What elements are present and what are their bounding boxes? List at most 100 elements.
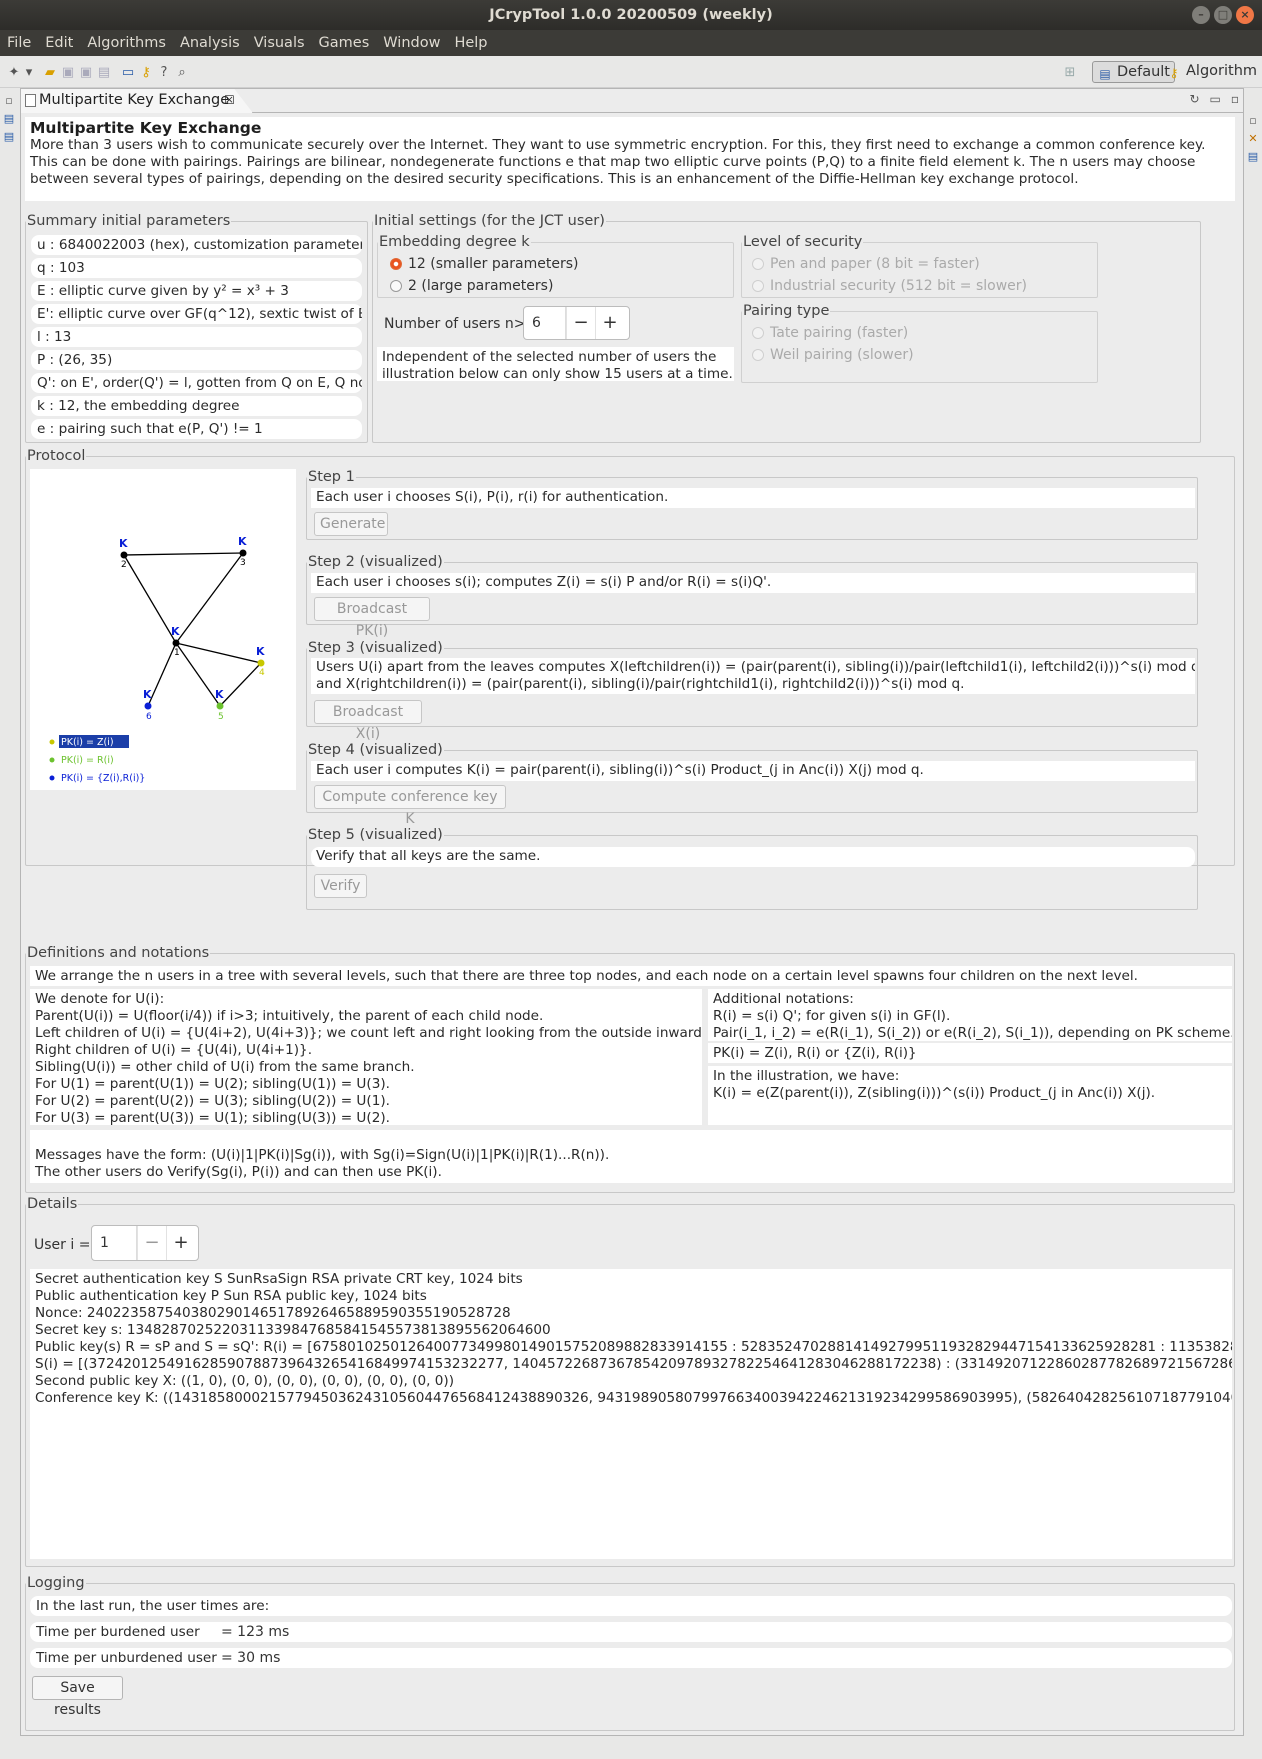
- broadcast-pk-button[interactable]: Broadcast PK(i): [314, 597, 430, 639]
- header-box: Multipartite Key Exchange More than 3 us…: [25, 117, 1235, 201]
- embedding-degree-label: Embedding degree k: [378, 233, 531, 251]
- algorithm-perspective-icon: ⚷: [1169, 66, 1179, 80]
- user-spinner[interactable]: 1 − +: [91, 1225, 199, 1261]
- definitions-messages: Messages have the form: (U(i)|1|PK(i)|Sg…: [30, 1130, 1232, 1183]
- log-unburdened-label: Time per unburdened user: [36, 1650, 217, 1666]
- radio-embedding-12[interactable]: 12 (smaller parameters): [390, 254, 579, 274]
- save-all-icon[interactable]: ▣: [78, 64, 94, 80]
- user-increment-button[interactable]: +: [166, 1226, 195, 1260]
- tree-graph: K K K K K K 2 3 1 4 5 6 PK(i) = Z(i) PK(…: [49, 535, 265, 784]
- log-row-burdened: Time per burdened user: [30, 1622, 1232, 1642]
- minimize-button[interactable]: –: [1192, 6, 1210, 24]
- legend-dot-z: [49, 739, 55, 745]
- radio-industrial[interactable]: Industrial security (512 bit = slower): [752, 276, 1027, 296]
- broadcast-x-button[interactable]: Broadcast X(i): [314, 700, 422, 742]
- new-wizard-icon[interactable]: ✦: [6, 64, 22, 80]
- users-label: Number of users n>3:: [384, 316, 540, 332]
- print-icon[interactable]: ▤: [96, 64, 112, 80]
- save-icon[interactable]: ▣: [60, 64, 76, 80]
- param-k: k : 12, the embedding degree: [31, 396, 362, 416]
- definitions-right-pk: PK(i) = Z(i), R(i) or {Z(i), R(i)}: [708, 1043, 1232, 1063]
- step-4-group: Step 4 (visualized) Each user i computes…: [306, 741, 1198, 827]
- param-e-prime: E': elliptic curve over GF(q^12), sextic…: [31, 304, 362, 324]
- key-label-5: K: [215, 688, 224, 701]
- maximize-view-icon[interactable]: ▫: [1231, 92, 1239, 106]
- right-trim-stack: ▫ ✕ ▤: [1244, 110, 1262, 170]
- tab-close-icon[interactable]: ☒: [224, 89, 235, 111]
- user-value[interactable]: 1: [92, 1226, 137, 1260]
- help-icon[interactable]: ?: [156, 64, 172, 80]
- key-label-4: K: [256, 645, 265, 658]
- tree-illustration: K K K K K K 2 3 1 4 5 6 PK(i) = Z(i) PK(…: [30, 469, 296, 790]
- page-description: More than 3 users wish to communicate se…: [30, 137, 1206, 187]
- step-2-label: Step 2 (visualized): [307, 553, 444, 571]
- radio-embedding-2[interactable]: 2 (large parameters): [390, 276, 553, 296]
- menu-analysis[interactable]: Analysis: [173, 30, 247, 56]
- radio-weil-pairing[interactable]: Weil pairing (slower): [752, 345, 914, 365]
- menu-bar: File Edit Algorithms Analysis Visuals Ga…: [0, 30, 1262, 56]
- view-icon-2[interactable]: ▤: [2, 130, 16, 144]
- key-icon[interactable]: ⚷: [138, 64, 154, 80]
- security-level-group: Level of security Pen and paper (8 bit =…: [741, 233, 1098, 298]
- restore-icon[interactable]: ▫: [2, 94, 16, 108]
- users-increment-button[interactable]: +: [595, 307, 624, 339]
- monitor-icon[interactable]: ▭: [120, 64, 136, 80]
- edge-3-1: [175, 552, 244, 644]
- summary-group: Summary initial parameters u : 684002200…: [25, 212, 368, 443]
- tools-icon[interactable]: ✕: [1246, 132, 1260, 146]
- node-6: [144, 702, 152, 710]
- tab-multipartite-key-exchange[interactable]: Multipartite Key Exchange ☒: [21, 89, 253, 113]
- close-window-button[interactable]: ×: [1236, 6, 1254, 24]
- perspective-algorithm[interactable]: ⚷ Algorithm: [1162, 61, 1261, 83]
- radio-tate-pairing[interactable]: Tate pairing (faster): [752, 323, 908, 343]
- pairing-type-group: Pairing type Tate pairing (faster) Weil …: [741, 302, 1098, 383]
- user-decrement-button[interactable]: −: [137, 1226, 166, 1260]
- restore-icon-right[interactable]: ▫: [1246, 114, 1260, 128]
- step-1-text: Each user i chooses S(i), P(i), r(i) for…: [311, 488, 1195, 508]
- search-icon[interactable]: ⌕: [174, 64, 190, 80]
- user-i-label: User i =: [34, 1237, 91, 1253]
- legend-zr: PK(i) = {Z(i),R(i)}: [61, 773, 145, 784]
- view-icon-right[interactable]: ▤: [1246, 150, 1260, 164]
- users-spinner[interactable]: 6 − +: [523, 306, 630, 340]
- users-decrement-button[interactable]: −: [566, 307, 595, 339]
- save-results-button[interactable]: Save results: [32, 1676, 123, 1718]
- menu-edit[interactable]: Edit: [38, 30, 80, 56]
- radio-pen-and-paper[interactable]: Pen and paper (8 bit = faster): [752, 254, 980, 274]
- dropdown-arrow-icon[interactable]: ▾: [24, 64, 34, 80]
- settings-group: Initial settings (for the JCT user) Embe…: [372, 212, 1201, 443]
- definitions-group: Definitions and notations We arrange the…: [25, 944, 1235, 1193]
- legend-z: PK(i) = Z(i): [61, 737, 114, 748]
- key-label-2: K: [119, 537, 128, 550]
- node-1: [172, 639, 180, 647]
- maximize-button[interactable]: □: [1214, 6, 1232, 24]
- menu-window[interactable]: Window: [376, 30, 447, 56]
- view-icon[interactable]: ▤: [2, 112, 16, 126]
- minimize-view-icon[interactable]: ▭: [1210, 92, 1221, 106]
- step-4-label: Step 4 (visualized): [307, 741, 444, 759]
- key-label-1: K: [171, 625, 180, 638]
- node-label-1: 1: [174, 648, 180, 658]
- menu-help[interactable]: Help: [447, 30, 494, 56]
- menu-visuals[interactable]: Visuals: [247, 30, 312, 56]
- logging-group: Logging In the last run, the user times …: [25, 1574, 1235, 1731]
- menu-algorithms[interactable]: Algorithms: [80, 30, 173, 56]
- edge-2-1: [123, 554, 177, 644]
- step-5-text: Verify that all keys are the same.: [311, 847, 1195, 867]
- window-controls: – □ ×: [1192, 6, 1254, 24]
- security-level-label: Level of security: [742, 233, 864, 251]
- verify-button[interactable]: Verify: [314, 874, 367, 898]
- open-folder-icon[interactable]: ▰: [42, 64, 58, 80]
- settings-label: Initial settings (for the JCT user): [373, 212, 606, 230]
- open-perspective-icon[interactable]: ⊞: [1062, 64, 1078, 80]
- menu-games[interactable]: Games: [312, 30, 377, 56]
- reset-icon[interactable]: ↻: [1189, 92, 1199, 106]
- menu-file[interactable]: File: [0, 30, 38, 56]
- edge-1-6: [147, 642, 177, 707]
- summary-label: Summary initial parameters: [26, 212, 232, 230]
- compute-conference-key-button[interactable]: Compute conference key K: [314, 785, 506, 827]
- param-q: q : 103: [31, 258, 362, 278]
- users-value[interactable]: 6: [524, 307, 566, 339]
- generate-button[interactable]: Generate: [314, 512, 388, 536]
- log-row-unburdened: Time per unburdened user: [30, 1648, 1232, 1668]
